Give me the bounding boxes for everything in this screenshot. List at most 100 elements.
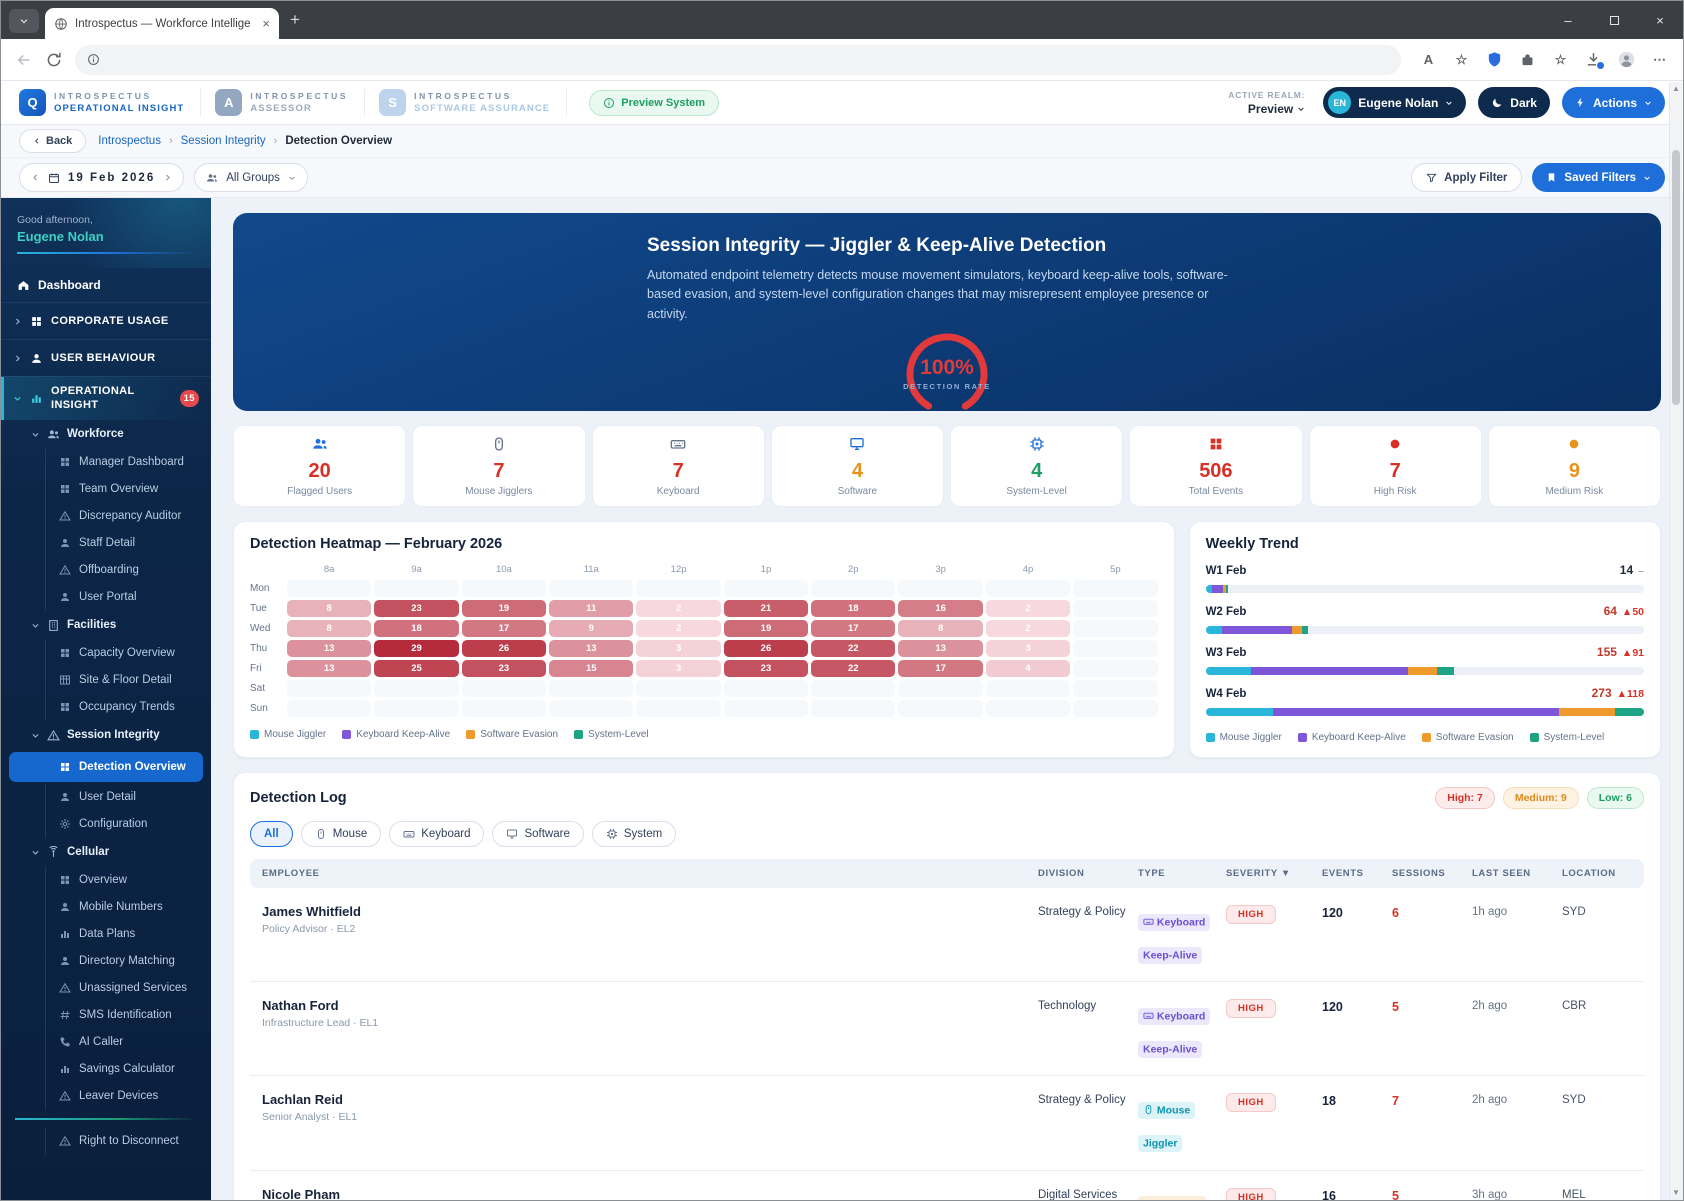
heatmap-cell[interactable]: 8 [287,620,371,637]
maximize-button[interactable] [1591,1,1637,39]
browser-tab[interactable]: Introspectus — Workforce Intellige × [45,8,279,39]
stat-total-events[interactable]: 506 Total Events [1129,425,1302,507]
heatmap-cell[interactable]: 3 [636,660,720,677]
back-button[interactable]: Back [19,129,86,153]
column-header-division[interactable]: DIVISION [1038,868,1130,879]
back-icon[interactable] [15,51,33,69]
stat-mouse-jigglers[interactable]: 7 Mouse Jigglers [412,425,585,507]
sidebar-item-configuration[interactable]: Configuration [1,811,211,838]
sidebar-item-ai-caller[interactable]: AI Caller [1,1029,211,1056]
logo-software-assurance[interactable]: S INTROSPECTUS SOFTWARE ASSURANCE [379,89,567,116]
sidebar-item-facilities[interactable]: Facilities [1,611,211,640]
heatmap-cell[interactable]: 13 [287,640,371,657]
sidebar-item-mobile-numbers[interactable]: Mobile Numbers [1,894,211,921]
sidebar-item-capacity-overview[interactable]: Capacity Overview [1,640,211,667]
heatmap-cell[interactable]: 17 [811,620,895,637]
sidebar-item-workforce[interactable]: Workforce [1,420,211,449]
group-select[interactable]: All Groups [194,163,308,192]
column-header-sessions[interactable]: SESSIONS [1392,868,1464,879]
column-header-severity[interactable]: SEVERITY ▼ [1226,868,1314,879]
heatmap-cell[interactable]: 15 [549,660,633,677]
table-row-lachlan-reid[interactable]: Lachlan ReidSenior Analyst · EL1 Strateg… [250,1076,1644,1170]
page-scrollbar[interactable]: ▲ ▼ [1669,82,1682,1199]
heatmap-cell[interactable]: 19 [462,600,546,617]
logo-operational-insight[interactable]: Q INTROSPECTUS OPERATIONAL INSIGHT [19,89,201,116]
sidebar-item-session-integrity[interactable]: Session Integrity [1,721,211,750]
column-header-location[interactable]: LOCATION [1562,868,1632,879]
heatmap-cell[interactable]: 11 [549,600,633,617]
heatmap-cell[interactable]: 26 [724,640,808,657]
stat-flagged-users[interactable]: 20 Flagged Users [233,425,406,507]
heatmap-cell[interactable]: 18 [811,600,895,617]
user-menu-button[interactable]: EN Eugene Nolan [1323,87,1466,118]
site-info-icon[interactable] [87,53,100,66]
more-menu-icon[interactable]: ⋯ [1650,50,1669,69]
table-row-nicole-pham[interactable]: Nicole PhamUX Designer · APS6 Digital Se… [250,1171,1644,1200]
table-row-james-whitfield[interactable]: James WhitfieldPolicy Advisor · EL2 Stra… [250,888,1644,982]
address-bar[interactable] [75,45,1401,75]
sidebar-item-savings-calculator[interactable]: Savings Calculator [1,1056,211,1083]
heatmap-cell[interactable]: 8 [898,620,982,637]
heatmap-cell[interactable]: 25 [374,660,458,677]
heatmap-cell[interactable]: 8 [287,600,371,617]
table-row-nathan-ford[interactable]: Nathan FordInfrastructure Lead · EL1 Tec… [250,982,1644,1076]
heatmap-cell[interactable]: 2 [636,620,720,637]
heatmap-cell[interactable]: 22 [811,660,895,677]
heatmap-cell[interactable]: 3 [636,640,720,657]
heatmap-cell[interactable]: 2 [636,600,720,617]
heatmap-cell[interactable]: 2 [986,620,1070,637]
sidebar-item-discrepancy-auditor[interactable]: Discrepancy Auditor [1,503,211,530]
sidebar-item-operational-insight[interactable]: OPERATIONAL INSIGHT15 [1,376,211,420]
column-header-employee[interactable]: EMPLOYEE [262,868,1030,879]
chevron-left-icon[interactable] [31,173,40,182]
actions-button[interactable]: Actions [1562,87,1665,118]
column-header-last-seen[interactable]: LAST SEEN [1472,868,1554,879]
minimize-button[interactable]: – [1545,1,1591,39]
heatmap-cell[interactable]: 16 [898,600,982,617]
heatmap-cell[interactable]: 2 [986,600,1070,617]
sidebar-item-manager-dashboard[interactable]: Manager Dashboard [1,449,211,476]
stat-medium-risk[interactable]: 9 Medium Risk [1488,425,1661,507]
sidebar-item-overview[interactable]: Overview [1,867,211,894]
heatmap-cell[interactable]: 13 [549,640,633,657]
refresh-icon[interactable] [45,51,63,69]
stat-system-level[interactable]: 4 System-Level [950,425,1123,507]
heatmap-cell[interactable]: 17 [898,660,982,677]
breadcrumb-session-integrity[interactable]: Session Integrity [181,135,266,147]
stat-keyboard[interactable]: 7 Keyboard [592,425,765,507]
extensions-icon[interactable] [1518,50,1537,69]
logo-assessor[interactable]: A INTROSPECTUS ASSESSOR [215,89,365,116]
heatmap-cell[interactable]: 23 [374,600,458,617]
sidebar-item-team-overview[interactable]: Team Overview [1,476,211,503]
date-picker[interactable]: 19 Feb 2026 [19,163,184,192]
sidebar-item-directory-matching[interactable]: Directory Matching [1,948,211,975]
browser-shield-icon[interactable] [1485,50,1504,69]
saved-filters-button[interactable]: Saved Filters [1532,163,1665,192]
dark-mode-button[interactable]: Dark [1478,87,1550,118]
profile-icon[interactable] [1617,50,1636,69]
sidebar-item-sms-identification[interactable]: SMS Identification [1,1002,211,1029]
sidebar-item-site-floor-detail[interactable]: Site & Floor Detail [1,667,211,694]
breadcrumb-introspectus[interactable]: Introspectus [98,135,161,147]
sidebar-item-corporate-usage[interactable]: CORPORATE USAGE [1,302,211,339]
favorites-bar-icon[interactable]: ☆ [1551,50,1570,69]
log-filter-all[interactable]: All [250,821,293,847]
heatmap-cell[interactable]: 17 [462,620,546,637]
severity-count-high[interactable]: High: 7 [1435,787,1495,809]
heatmap-cell[interactable]: 4 [986,660,1070,677]
stat-software[interactable]: 4 Software [771,425,944,507]
sidebar-item-dashboard[interactable]: Dashboard [1,268,211,302]
apply-filter-button[interactable]: Apply Filter [1411,163,1522,192]
close-button[interactable]: × [1637,1,1683,39]
scrollbar-thumb[interactable] [1672,150,1680,405]
log-filter-system[interactable]: System [592,821,676,847]
heatmap-cell[interactable]: 22 [811,640,895,657]
log-filter-keyboard[interactable]: Keyboard [389,821,484,847]
sidebar-item-user-detail[interactable]: User Detail [1,784,211,811]
sidebar-item-user-behaviour[interactable]: USER BEHAVIOUR [1,339,211,376]
heatmap-cell[interactable]: 23 [724,660,808,677]
log-filter-mouse[interactable]: Mouse [301,821,382,847]
column-header-type[interactable]: TYPE [1138,868,1218,879]
sidebar-item-data-plans[interactable]: Data Plans [1,921,211,948]
tab-actions-button[interactable] [9,9,39,33]
